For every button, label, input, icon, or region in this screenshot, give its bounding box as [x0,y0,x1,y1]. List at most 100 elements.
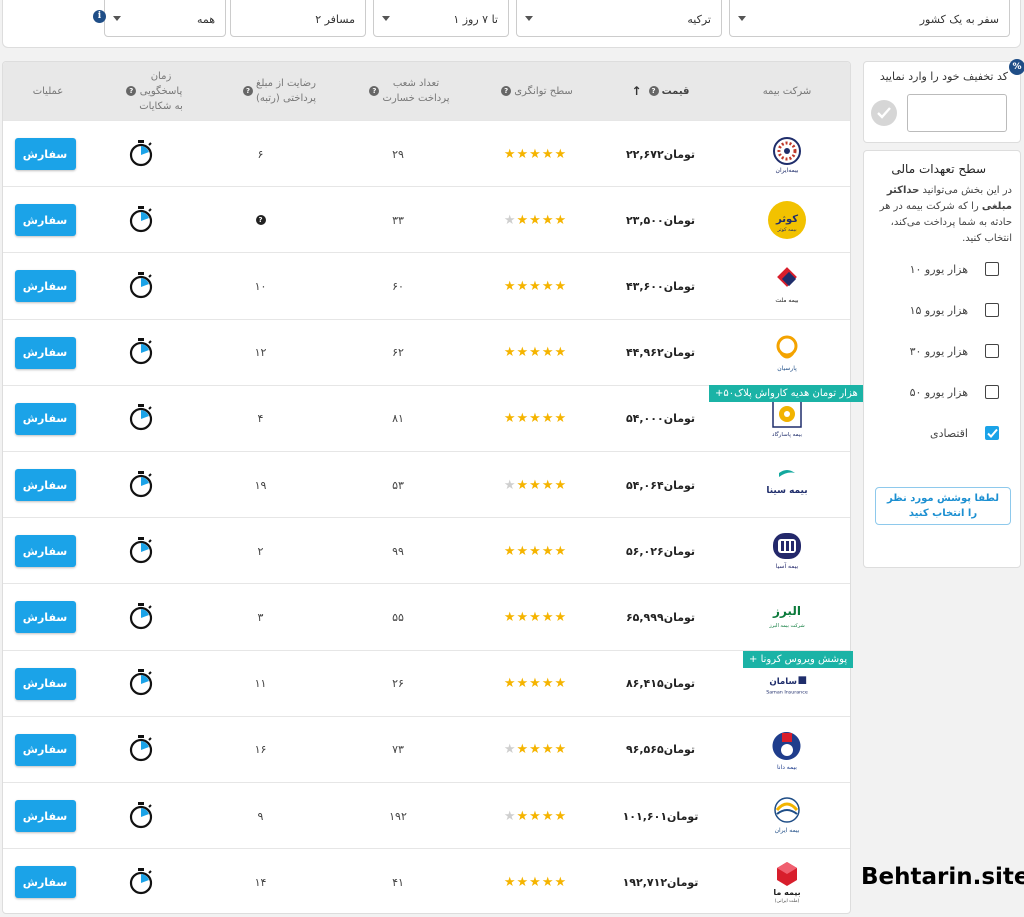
response-time-cell [93,320,188,386]
header-actions: عملیات [32,85,64,97]
coverage-option-checkbox[interactable] [985,262,999,276]
branches-value: ۲۹ [392,147,404,161]
order-button[interactable]: سفارش [14,270,76,303]
star-icon: ★ [541,278,555,294]
star-icon: ★ [529,411,542,427]
coverage-option-checkbox[interactable] [985,385,999,399]
order-button[interactable]: سفارش [14,866,76,899]
info-icon[interactable]: i [93,10,106,23]
filter-bar: سفر به یک کشور ترکیه ۱ تا ۷ روز ۲ مسافر … [2,0,1021,48]
star-rating: ★ ★ ★ ★ ★ [473,386,598,452]
company-cell: بیمه سینا [723,452,850,518]
star-icon: ★ [516,874,530,890]
header-price[interactable]: ↑? قیمت [598,62,723,120]
order-button[interactable]: سفارش [14,204,76,237]
table-row: بیمه سینا ۵۴,۰۶۴تومان ★ ★ ★ ★ ★ ۵۳ ۱۹ سفارش [3,451,850,517]
select-coverage-button[interactable]: لطفا پوشش مورد نظر را انتخاب کنید [875,487,1011,525]
svg-text:بیمه کوثر: بیمه کوثر [776,227,796,233]
svg-text:بیمه ایران: بیمه ایران [775,827,800,834]
actions-cell: سفارش [13,783,77,849]
trip-type-value: سفر به یک کشور [919,13,999,26]
star-icon: ★ [529,345,542,361]
discount-input[interactable] [907,94,1007,132]
discount-label: کد تخفیف خود را وارد نمایید [879,70,1008,83]
arrow-up-icon: ↑ [631,83,642,98]
trip-type-select[interactable]: سفر به یک کشور [729,0,1010,37]
price-value: ۸۶,۴۱۵تومان [625,677,696,691]
actions-cell: سفارش [13,849,77,913]
star-icon: ★ [541,543,555,559]
star-icon: ★ [503,543,517,559]
star-icon: ★ [529,477,542,493]
response-time-cell [93,386,188,452]
stopwatch-icon [128,867,154,898]
star-icon: ★ [516,609,530,625]
order-button[interactable]: سفارش [14,402,76,435]
order-button[interactable]: سفارش [14,138,76,170]
travelers-select[interactable]: ۲ مسافر [230,0,366,37]
actions-cell: سفارش [13,651,77,717]
svg-text:بیمه پاسارگاد: بیمه پاسارگاد [772,431,802,438]
satisfaction-value: ۶ [257,147,264,161]
star-icon: ★ [541,676,555,692]
actions-cell: سفارش [13,386,77,452]
order-button[interactable]: سفارش [14,667,76,700]
actions-cell: سفارش [13,717,77,783]
svg-text:بیمه ملت: بیمه ملت [775,297,798,304]
order-button[interactable]: سفارش [14,535,76,568]
satisfaction-value: ۹ [257,809,264,823]
star-icon: ★ [529,874,542,890]
star-icon: ★ [516,278,530,294]
star-icon: ★ [541,345,555,361]
stopwatch-icon [128,470,154,501]
svg-text:بیمه آسیا: بیمه آسیا [776,561,799,570]
svg-text:سامان: سامان [769,677,797,687]
star-icon: ★ [516,146,530,162]
price-value: ۲۳,۵۰۰تومان [625,213,696,227]
coverage-description: در این بخش می‌توانید حداکثر مبلغی را که … [879,185,1012,244]
coverage-option-checkbox[interactable] [985,303,999,317]
star-icon: ★ [554,543,568,559]
watermark-text: Behtarin.site [861,864,1024,890]
svg-text:Saman Insurance: Saman Insurance [766,689,808,695]
svg-text:کوثر: کوثر [775,214,798,225]
price-value: ۵۴,۰۶۴تومان [625,478,696,492]
coverage-panel: سطح تعهدات مالی در این بخش می‌توانید حدا… [863,150,1021,568]
star-icon: ★ [541,742,555,758]
actions-cell: سفارش [13,121,77,187]
branches-value: ۸۱ [392,412,404,426]
stopwatch-icon [128,403,154,434]
stopwatch-icon [128,337,154,368]
check-icon[interactable] [871,100,897,126]
order-button[interactable]: سفارش [14,733,76,766]
company-cell: بیمه‌ایران [723,121,850,187]
insurance-table: شرکت بیمه ↑? قیمت ? سطح توانگری ? تعداد شع… [2,61,851,914]
order-button[interactable]: سفارش [14,336,76,369]
stopwatch-icon [128,801,154,832]
star-icon: ★ [516,543,530,559]
company-cell: البرز شرکت بیمه البرز [723,584,850,650]
coverage-option-checkbox[interactable] [985,344,999,358]
iran-logo: بیمه ایران [764,793,810,839]
order-button[interactable]: سفارش [14,469,76,501]
satisfaction-value: ۱۹ [254,478,267,492]
star-icon: ★ [554,146,568,162]
star-icon: ★ [503,212,517,228]
star-icon: ★ [516,345,530,361]
table-row: بیمه دانا ۹۶,۵۶۵تومان ★ ★ ★ ★ ★ ۷۳ ۱۶ سفارش [3,715,850,783]
travelers-value: ۲ مسافر [315,13,355,26]
duration-select[interactable]: ۱ تا ۷ روز [373,0,509,37]
star-rating: ★ ★ ★ ★ ★ [473,320,598,386]
coverage-option-checkbox[interactable] [985,426,999,440]
age-select[interactable]: همه [104,0,226,37]
star-icon: ★ [554,874,568,890]
destination-select[interactable]: ترکیه [516,0,722,37]
star-icon: ★ [529,278,542,294]
star-icon: ★ [554,742,568,758]
coverage-option-label: ۱۵ هزار یورو [909,304,968,317]
star-icon: ★ [516,808,530,824]
table-row: بیمه ما (ملت ایرانی) ۱۹۲,۷۱۲تومان ★ ★ ★ ★ ★ ۴۱ ۱۴… [3,848,850,913]
star-icon: ★ [541,874,555,890]
order-button[interactable]: سفارش [14,800,76,832]
order-button[interactable]: سفارش [14,601,76,634]
